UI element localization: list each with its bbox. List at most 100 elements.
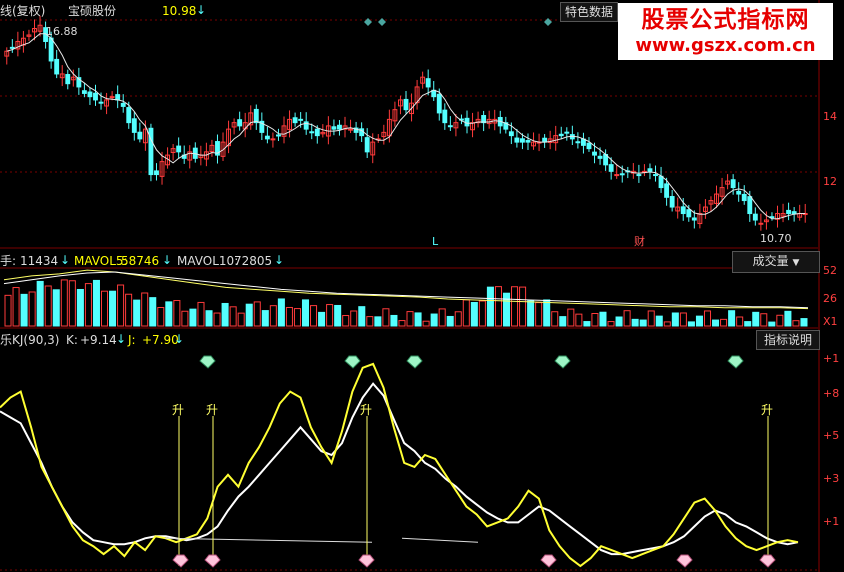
buy-gem-icon [759, 554, 776, 568]
candle-body [653, 174, 658, 177]
candle-body [520, 138, 525, 143]
candle-body [597, 155, 603, 159]
candle-body [691, 217, 697, 221]
k-label: K: [66, 333, 78, 347]
volume-bar [149, 297, 157, 327]
buy-signal-label: 升 [206, 403, 218, 417]
stock-name[interactable]: 宝硕股份 [68, 4, 116, 18]
y-tick-label: 14 [823, 110, 837, 123]
volume-bar [736, 316, 744, 327]
volume-bar [36, 280, 44, 327]
volume-bar [326, 304, 334, 327]
volume-bar [334, 304, 342, 327]
j-line [0, 362, 799, 568]
candle-body [741, 193, 747, 202]
volume-bar [253, 301, 261, 327]
low-price-marker: 10.70 [760, 232, 792, 245]
buy-gem-icon [172, 554, 189, 568]
candle-body [98, 101, 104, 104]
candle-body [447, 125, 453, 128]
volume-bar [406, 311, 414, 327]
volume-bar [703, 310, 712, 327]
volume-bar [52, 289, 60, 327]
volume-bar [181, 310, 189, 327]
volume-bar [414, 312, 422, 327]
candle-body [137, 131, 143, 140]
volume-bar [511, 286, 519, 327]
volume-bar [527, 300, 535, 327]
candle-body [331, 126, 337, 130]
volume-bar [695, 315, 703, 327]
down-arrow-icon: ↓ [116, 332, 127, 346]
sell-gem-icon [344, 355, 361, 369]
volume-bar [430, 313, 438, 327]
volume-bar [141, 292, 149, 327]
volume-bar [502, 292, 511, 327]
buy-gem-icon [204, 554, 221, 568]
volume-bar [535, 302, 543, 327]
event-marker-l[interactable]: L [432, 235, 438, 249]
candle-body [314, 128, 320, 137]
indicator-help-button[interactable]: 指标说明 [756, 330, 820, 350]
volume-bar [165, 301, 173, 327]
volume-bar [752, 311, 760, 327]
candle-body [669, 196, 675, 208]
candle-body [525, 140, 531, 143]
event-marker-finance[interactable]: 财 [634, 235, 645, 249]
volume-value: 11434 [20, 254, 59, 268]
volume-bar [655, 315, 663, 327]
volume-bar [358, 306, 366, 327]
last-price: 10.98 [162, 4, 197, 18]
buy-signal-label: 升 [360, 403, 372, 417]
candle-body [131, 118, 137, 133]
candle-body [176, 145, 182, 153]
volume-bar [109, 290, 117, 327]
sell-gem-icon [406, 355, 423, 369]
sell-gem-icon [199, 355, 216, 369]
volume-bar [221, 302, 229, 327]
volume-bar [712, 319, 720, 327]
buy-gem-icon [540, 554, 557, 568]
grid-lines [0, 0, 820, 572]
mavol5-value: 58746 [121, 254, 160, 268]
reference-line [164, 537, 373, 543]
volume-bar [494, 286, 502, 327]
volume-bar [446, 315, 454, 327]
y-tick-label: +1 [823, 352, 839, 365]
volume-bar [776, 314, 784, 327]
volume-bar [486, 286, 494, 327]
candle-body [614, 174, 620, 177]
buy-signal-label: 升 [761, 403, 773, 417]
candle-body [126, 107, 132, 124]
down-arrow-icon: ↓ [60, 253, 71, 267]
volume-bar [800, 318, 808, 327]
feature-data-button[interactable]: 特色数据 [560, 2, 618, 22]
volume-bar [615, 316, 623, 327]
volume-bar [20, 293, 28, 327]
candle-body [752, 213, 758, 221]
k-value: +9.14 [80, 333, 117, 347]
candle-body [253, 108, 259, 124]
diamond-marker-icon [544, 18, 552, 26]
volume-bar [350, 310, 358, 327]
volume-button-label: 成交量 [752, 254, 789, 268]
candle-body [115, 94, 121, 101]
mavol10-label: MAVOL10: [177, 254, 239, 268]
candle-body [508, 131, 514, 137]
volume-bar [269, 305, 277, 327]
candle-body [791, 211, 797, 215]
candle-body [54, 58, 60, 75]
candle-body [586, 142, 592, 150]
volume-bar [68, 280, 76, 327]
candle-body [558, 133, 564, 137]
volume-bar [100, 290, 109, 327]
volume-bars [4, 279, 808, 327]
volume-indicator-select[interactable]: 成交量 ▼ [732, 251, 820, 273]
candle-body [337, 124, 342, 130]
candle-body [364, 137, 370, 153]
volume-bar [687, 321, 695, 327]
candle-body [425, 78, 431, 88]
candle-body [575, 141, 581, 144]
candle-body [93, 92, 98, 101]
y-tick-label: +3 [823, 472, 839, 485]
